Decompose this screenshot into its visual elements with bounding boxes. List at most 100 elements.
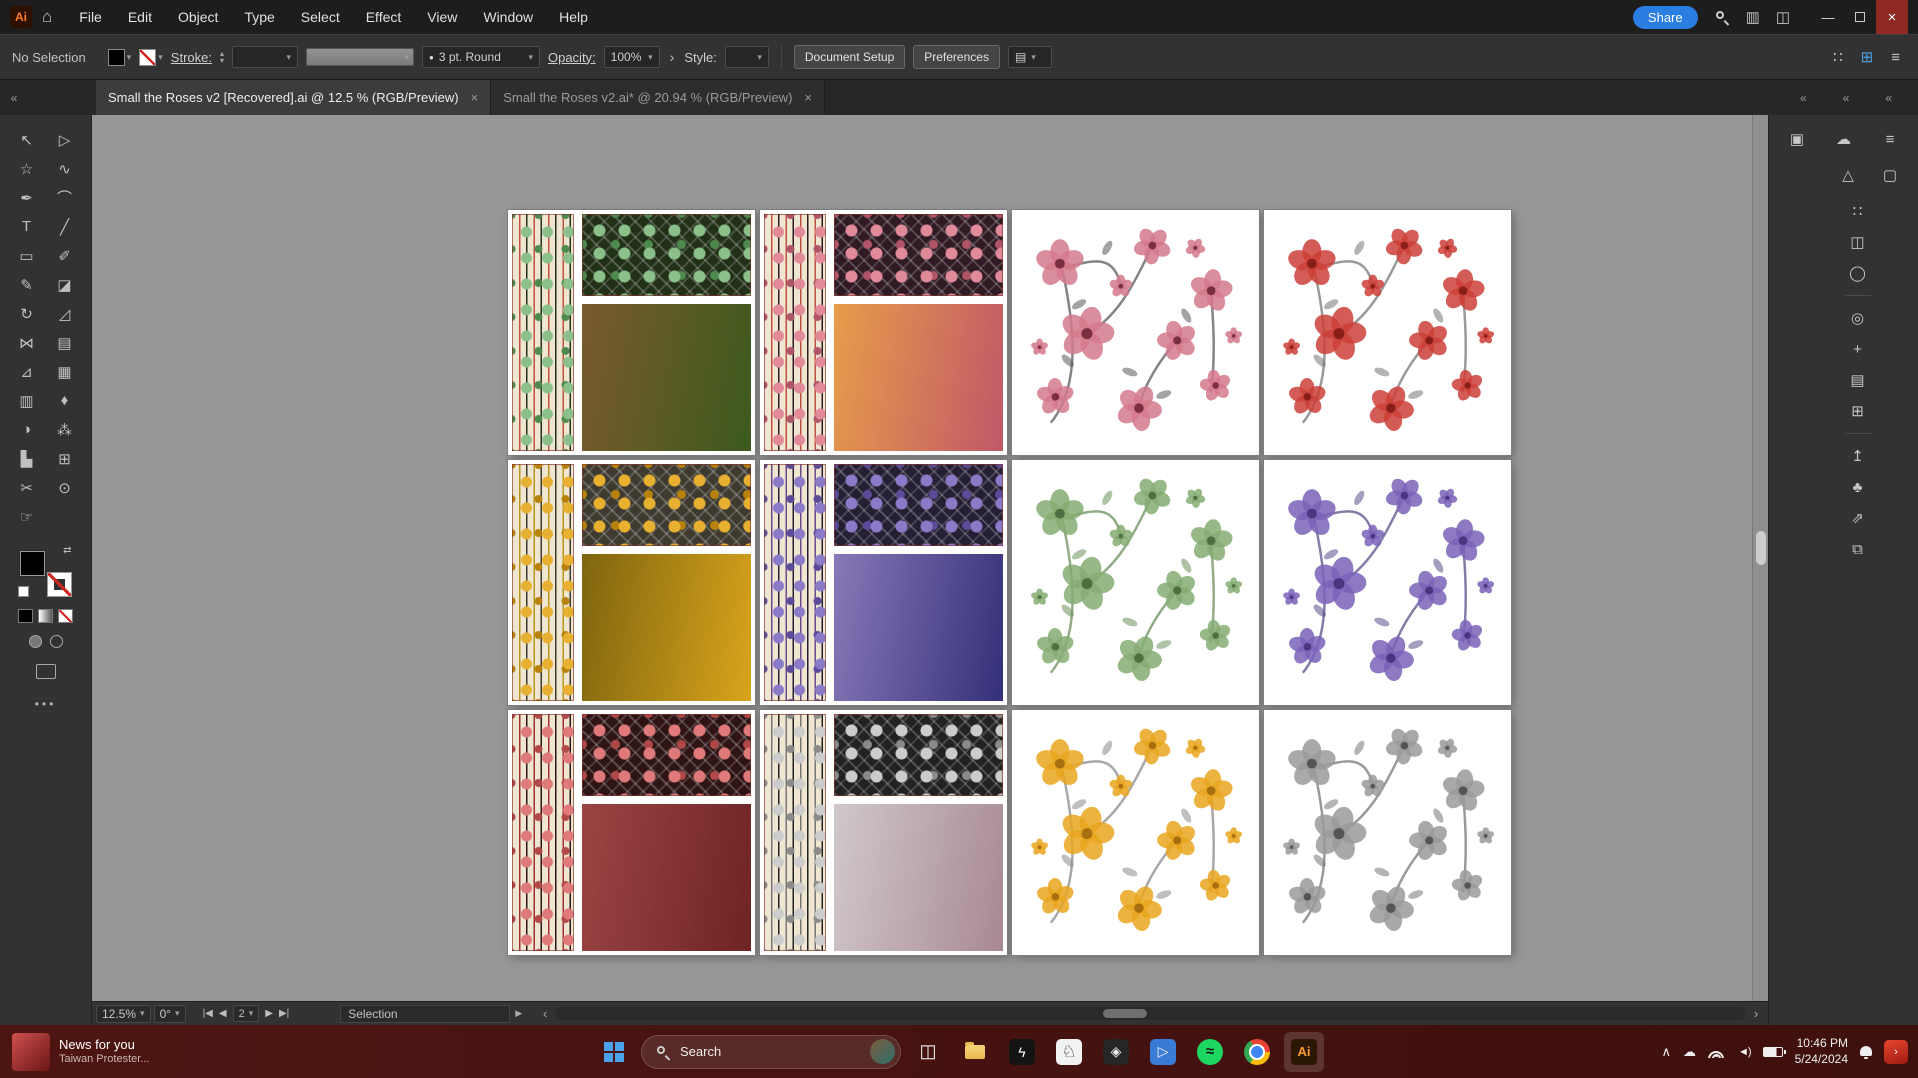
fill-stroke-control[interactable]: ⇄	[18, 545, 74, 597]
pattern-strip[interactable]	[764, 714, 826, 951]
task-view-button[interactable]: ◫	[908, 1032, 948, 1072]
opacity-options-chevron[interactable]: ›	[668, 49, 677, 65]
zoom-combo[interactable]: 12.5%▾	[96, 1005, 151, 1023]
eraser-tool[interactable]: ◪	[46, 270, 84, 299]
start-button[interactable]	[594, 1032, 634, 1072]
width-tool-tool[interactable]: ⋈	[8, 328, 46, 357]
scroll-right-icon[interactable]: ›	[1748, 1006, 1764, 1021]
adjust-panel-icon[interactable]: ∷	[1846, 199, 1870, 223]
minimize-button[interactable]: —	[1812, 0, 1844, 34]
artboard-gray-pattern-card[interactable]	[760, 710, 1007, 955]
artboard-yellow-floral-swatch[interactable]	[1012, 710, 1259, 955]
artboard-green-floral-swatch[interactable]	[1012, 460, 1259, 705]
hand-tool[interactable]: ☞	[8, 502, 46, 531]
pattern-block[interactable]	[834, 464, 1003, 546]
width-profile-combo[interactable]: ▾	[306, 48, 414, 66]
status-display[interactable]: Selection	[340, 1005, 510, 1023]
pencil-tool[interactable]: ✎	[8, 270, 46, 299]
preferences-button[interactable]: Preferences	[913, 45, 1000, 69]
vertical-scrollbar[interactable]	[1752, 115, 1768, 1001]
pattern-strip[interactable]	[764, 464, 826, 701]
pen-tool[interactable]: ✒	[8, 183, 46, 212]
rectangle-tool[interactable]: ▭	[8, 241, 46, 270]
collapse-panel-icon[interactable]: «	[1843, 91, 1850, 105]
taskbar-search[interactable]: Search	[641, 1035, 901, 1069]
fill-color-swatch[interactable]: ▾	[108, 49, 132, 66]
gradient-swatch[interactable]	[834, 804, 1003, 951]
blend-tool[interactable]: ◑	[8, 415, 46, 444]
app-blue-button[interactable]: ▷	[1143, 1032, 1183, 1072]
menu-type[interactable]: Type	[231, 0, 287, 34]
pattern-block[interactable]	[582, 714, 751, 796]
horizontal-scrollbar[interactable]: ‹ ›	[537, 1002, 1764, 1025]
symbols-panel-icon[interactable]: ♣	[1846, 475, 1870, 499]
asset-export-panel-icon[interactable]: ↥	[1846, 444, 1870, 468]
column-graph-tool[interactable]: ▙	[8, 444, 46, 473]
artboard-purple-floral-swatch[interactable]	[1264, 460, 1511, 705]
style-combo[interactable]: ▾	[725, 46, 769, 68]
close-button[interactable]: ×	[1876, 0, 1908, 34]
gradient-swatch[interactable]	[582, 304, 751, 451]
rotation-combo[interactable]: 0°▾	[154, 1005, 186, 1023]
previous-artboard-button[interactable]: ◀	[219, 1008, 227, 1019]
gradient-panel-panel-icon[interactable]: ◯	[1846, 261, 1870, 285]
tray-app-badge-icon[interactable]: ›	[1884, 1040, 1908, 1064]
paintbrush-tool[interactable]: ✐	[46, 241, 84, 270]
artboard-number-combo[interactable]: 2 ▾	[233, 1005, 260, 1022]
illustrator-logo-icon[interactable]: Ai	[10, 6, 32, 28]
menu-help[interactable]: Help	[546, 0, 601, 34]
file-explorer-button[interactable]	[955, 1032, 995, 1072]
volume-icon[interactable]: ◄)	[1738, 1046, 1751, 1058]
home-icon[interactable]: ⌂	[42, 7, 52, 27]
free-transform-tool[interactable]: ▤	[46, 328, 84, 357]
pattern-block[interactable]	[582, 214, 751, 296]
last-artboard-button[interactable]: ▶|	[279, 1008, 289, 1019]
transform-panel-icon[interactable]: +	[1846, 337, 1870, 361]
align-combo[interactable]: ▤▾	[1008, 46, 1052, 68]
document-setup-button[interactable]: Document Setup	[794, 45, 905, 69]
artboard-red-floral-swatch[interactable]	[1264, 210, 1511, 455]
eyedropper-tool[interactable]: ♦	[46, 386, 84, 415]
chrome-button[interactable]	[1237, 1032, 1277, 1072]
pattern-block[interactable]	[834, 714, 1003, 796]
gradient-tool[interactable]: ▥	[8, 386, 46, 415]
stroke-color-swatch[interactable]: ▾	[139, 49, 163, 66]
pattern-strip[interactable]	[512, 714, 574, 951]
swatches-panel-icon[interactable]: ▢	[1878, 163, 1902, 187]
menu-view[interactable]: View	[414, 0, 470, 34]
perspective-grid-tool[interactable]: ⊿	[8, 357, 46, 386]
app-dark-button[interactable]: ϟ	[1002, 1032, 1042, 1072]
smart-guides-icon[interactable]: ⊞	[1861, 48, 1874, 66]
type-tool[interactable]: T	[8, 212, 46, 241]
color-button[interactable]	[18, 609, 33, 623]
stroke-panel-icon[interactable]: ◫	[1846, 230, 1870, 254]
slice-tool[interactable]: ✂	[8, 473, 46, 502]
scale-tool[interactable]: ◿	[46, 299, 84, 328]
spotify-button[interactable]: ≈	[1190, 1032, 1230, 1072]
menu-window[interactable]: Window	[470, 0, 546, 34]
status-expand-icon[interactable]: ▶	[515, 1008, 522, 1019]
tray-chevron-icon[interactable]: ∧	[1662, 1044, 1672, 1060]
appearance-panel-icon[interactable]: ◎	[1846, 306, 1870, 330]
pattern-strip[interactable]	[512, 214, 574, 451]
stroke-weight-stepper[interactable]: ▴▾	[220, 50, 224, 64]
collapse-panel-icon[interactable]: «	[1885, 91, 1892, 105]
panel-menu-icon[interactable]: ≡	[1891, 49, 1900, 66]
curvature-tool[interactable]: ⌒	[46, 183, 84, 212]
pattern-strip[interactable]	[764, 214, 826, 451]
collapse-panel-icon[interactable]: «	[1800, 91, 1807, 105]
none-button[interactable]	[58, 609, 73, 623]
workspace-switcher-icon[interactable]: ◫	[1776, 8, 1790, 26]
collapse-tools-icon[interactable]: «	[0, 80, 28, 115]
gradient-swatch[interactable]	[582, 804, 751, 951]
share-button[interactable]: Share	[1633, 6, 1698, 29]
zoom-tool[interactable]: ⊙	[46, 473, 84, 502]
illustrator-button[interactable]: Ai	[1284, 1032, 1324, 1072]
draw-normal-icon[interactable]	[29, 635, 42, 648]
edit-toolbar-icon[interactable]: •••	[35, 697, 57, 711]
duplicate-panel-icon[interactable]: ⧉	[1846, 537, 1870, 561]
stroke-swatch[interactable]	[47, 572, 72, 597]
pattern-block[interactable]	[834, 214, 1003, 296]
stroke-weight-combo[interactable]: ▾	[232, 46, 298, 68]
symbol-sprayer-tool[interactable]: ⁂	[46, 415, 84, 444]
